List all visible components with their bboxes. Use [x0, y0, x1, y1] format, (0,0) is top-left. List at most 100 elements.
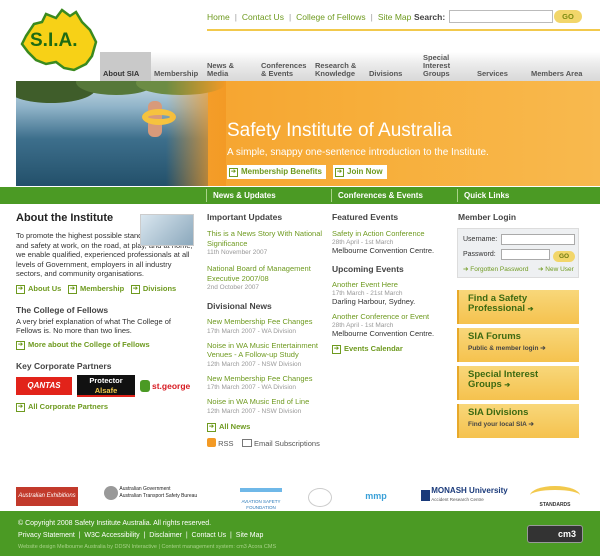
search-go-button[interactable]: GO: [554, 10, 582, 23]
nav-sig[interactable]: Special Interest Groups: [420, 52, 474, 81]
sia-logo[interactable]: S.I.A.: [16, 6, 100, 76]
logo-text: S.I.A.: [30, 30, 78, 51]
find-safety-professional-button[interactable]: Find a Safety Professional ➔: [457, 290, 579, 324]
main-nav: About SIA Membership News & Media Confer…: [100, 52, 600, 81]
footer-contact-link[interactable]: Contact Us: [192, 532, 227, 539]
quicklink-sub: Public & member login: [468, 345, 539, 352]
footer-w3c-link[interactable]: W3C Accessibility: [84, 532, 139, 539]
update-date: 2nd October 2007: [207, 284, 260, 291]
hero-subtitle: A simple, snappy one-sentence introducti…: [227, 147, 489, 158]
important-updates-title: Important Updates: [207, 212, 283, 222]
arrow-icon: ➔: [16, 340, 25, 350]
forgotten-password-link[interactable]: ➔ Forgotten Password: [463, 265, 528, 273]
event-link[interactable]: Another Event Here: [332, 280, 450, 290]
footer-disclaimer-link[interactable]: Disclaimer: [149, 532, 182, 539]
nav-news[interactable]: News & Media: [204, 52, 258, 81]
event-place: Darling Harbour, Sydney.: [332, 296, 416, 306]
toplink-home[interactable]: Home: [207, 12, 230, 22]
arrow-icon: ➔: [229, 168, 238, 177]
div-news-date: 12th March 2007 - NSW Division: [207, 360, 302, 368]
australian-exhibitions-logo[interactable]: Australian Exhibitions: [16, 487, 78, 506]
event-date: 28th April - 1st March: [332, 238, 394, 246]
upcoming-events-title: Upcoming Events: [332, 264, 404, 274]
more-fellows-link[interactable]: ➔ More about the College of Fellows: [16, 340, 198, 350]
about-us-link[interactable]: ➔ About Us: [16, 284, 61, 294]
login-go-button[interactable]: GO: [553, 251, 575, 262]
footer-links: Privacy Statement | W3C Accessibility | …: [18, 532, 264, 539]
event-item: Safety in Action Conference 28th April -…: [332, 229, 450, 255]
protector-alsafe-logo[interactable]: Protector Alsafe: [77, 374, 135, 397]
atsb-logo[interactable]: Australian Government Australian Transpor…: [104, 486, 198, 505]
nav-about[interactable]: About SIA: [100, 52, 151, 81]
event-link[interactable]: Safety in Action Conference: [332, 229, 450, 239]
search-input[interactable]: [449, 10, 553, 23]
hero-title: Safety Institute of Australia: [227, 120, 452, 141]
toplink-fellows[interactable]: College of Fellows: [296, 12, 365, 22]
membership-link[interactable]: ➔ Membership: [68, 284, 124, 294]
div-news-link[interactable]: New Membership Fee Changes: [207, 317, 327, 327]
bar-news-updates[interactable]: News & Updates: [213, 191, 276, 200]
div-news-link[interactable]: New Membership Fee Changes: [207, 374, 327, 384]
event-link[interactable]: Another Conference or Event: [332, 312, 450, 322]
div-news-date: 17th March 2007 - WA Division: [207, 327, 296, 335]
update-item: National Board of Management Executive 2…: [207, 264, 327, 291]
password-input[interactable]: [501, 249, 550, 260]
nav-divisions[interactable]: Divisions: [366, 52, 420, 81]
divisions-link[interactable]: ➔ Divisions: [130, 284, 176, 294]
rss-link[interactable]: RSS: [218, 439, 233, 448]
update-link[interactable]: National Board of Management Executive 2…: [207, 264, 327, 283]
bar-conferences-events[interactable]: Conferences & Events: [338, 191, 423, 200]
cm3-badge[interactable]: cm3: [527, 525, 583, 543]
sia-divisions-button[interactable]: SIA Divisions Find your local SIA ➔: [457, 404, 579, 438]
copyright-text: © Copyright 2008 Safety Institute Austra…: [18, 520, 212, 527]
bar-quick-links[interactable]: Quick Links: [464, 191, 509, 200]
qantas-logo[interactable]: QANTAS: [16, 376, 72, 395]
quicklink-title: SIA Forums: [468, 331, 521, 342]
all-partners-link[interactable]: ➔ All Corporate Partners: [16, 402, 198, 412]
join-now-label: Join Now: [347, 167, 383, 176]
event-date: 17th March - 21st March: [332, 289, 403, 297]
event-place: Melbourne Convention Centre.: [332, 328, 435, 338]
about-links: ➔ About Us ➔ Membership ➔ Divisions: [16, 284, 198, 294]
update-link[interactable]: This is a News Story With National Signi…: [207, 229, 327, 248]
quicklink-title: SIA Divisions: [468, 407, 529, 418]
div-news-link[interactable]: Noise in WA Music End of Line: [207, 397, 327, 407]
special-interest-groups-button[interactable]: Special Interest Groups ➔: [457, 366, 579, 400]
shield-icon: [421, 490, 430, 501]
arrow-icon: ➔: [68, 284, 78, 294]
sia-forums-button[interactable]: SIA Forums Public & member login ➔: [457, 328, 579, 362]
div-news-item: Noise in WA Music Entertainment Venues -…: [207, 341, 327, 368]
toplink-sitemap[interactable]: Site Map: [378, 12, 412, 22]
membership-benefits-button[interactable]: ➔ Membership Benefits: [227, 165, 326, 179]
email-icon: [241, 438, 252, 447]
mmp-logo[interactable]: mmp: [363, 487, 389, 506]
arrow-icon: ➔: [207, 422, 216, 432]
div-news-link[interactable]: Noise in WA Music Entertainment Venues -…: [207, 341, 327, 360]
fellows-title: The College of Fellows: [16, 304, 109, 315]
nav-members-area[interactable]: Members Area: [528, 52, 600, 81]
aviation-safety-logo[interactable]: AVIATION SAFETY FOUNDATION: [240, 488, 282, 510]
nav-membership[interactable]: Membership: [151, 52, 204, 81]
nav-conferences[interactable]: Conferences & Events: [258, 52, 312, 81]
toplink-contact[interactable]: Contact Us: [242, 12, 284, 22]
standards-logo[interactable]: STANDARDS: [530, 486, 580, 508]
nav-research[interactable]: Research & Knowledge: [312, 52, 366, 81]
footer-privacy-link[interactable]: Privacy Statement: [18, 532, 75, 539]
new-user-link[interactable]: ➔ New User: [538, 265, 574, 273]
email-subscriptions-link[interactable]: Email Subscriptions: [254, 439, 320, 448]
section-bar: [0, 187, 600, 204]
monash-logo[interactable]: MONASH University Accident Research Centr…: [421, 487, 508, 506]
all-news-link[interactable]: ➔ All News: [207, 422, 327, 432]
event-item: Another Event Here 17th March - 21st Mar…: [332, 280, 450, 306]
quicklink-title: Find a Safety Professional: [468, 293, 528, 314]
nav-services[interactable]: Services: [474, 52, 528, 81]
arrow-icon: ➔: [16, 284, 25, 294]
join-now-button[interactable]: ➔ Join Now: [333, 165, 387, 179]
username-input[interactable]: [501, 234, 575, 245]
div-news-item: New Membership Fee Changes 17th March 20…: [207, 374, 327, 392]
circle-partner-logo[interactable]: [308, 488, 332, 507]
div-news-date: 17th March 2007 - WA Division: [207, 384, 296, 391]
footer-sitemap-link[interactable]: Site Map: [236, 532, 264, 539]
events-calendar-link[interactable]: ➔ Events Calendar: [332, 344, 450, 354]
quicklink-sub: Find your local SIA: [468, 421, 527, 428]
